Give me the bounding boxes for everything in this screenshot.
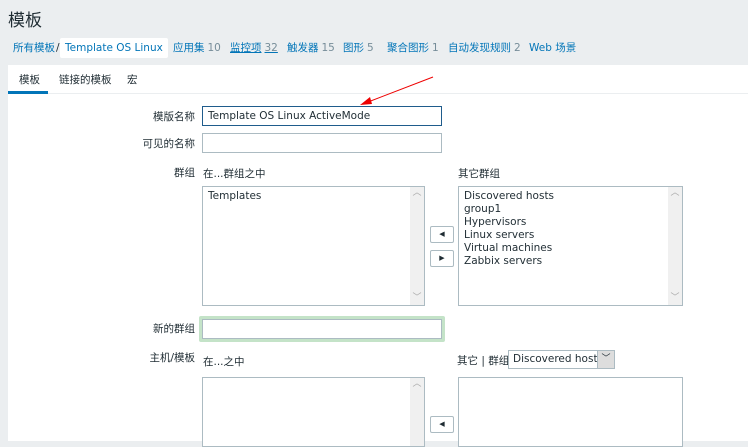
annotation-arrow-icon <box>360 76 434 105</box>
